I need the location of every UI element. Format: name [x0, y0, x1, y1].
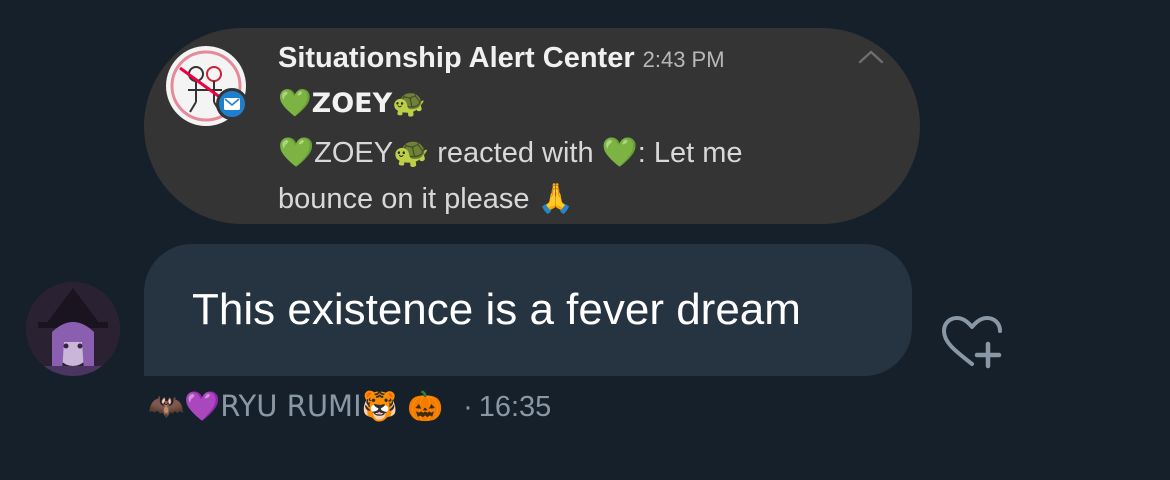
message-meta: 🦇💜RYU RUMI🐯 🎃 · 16:35	[148, 386, 551, 426]
notification-sender: 💚ZOEY🐢	[278, 88, 426, 119]
message-time: 16:35	[478, 391, 552, 423]
notification-app-name: Situationship Alert Center	[278, 42, 635, 74]
mail-icon	[216, 88, 248, 120]
separator-dot: ·	[463, 391, 473, 423]
message-bubble[interactable]: This existence is a fever dream	[144, 244, 912, 376]
notification-card[interactable]: Situationship Alert Center 2:43 PM 💚ZOEY🐢…	[144, 28, 920, 224]
notification-body: 💚ZOEY🐢 reacted with 💚: Let me bounce on …	[278, 137, 743, 215]
avatar[interactable]	[26, 282, 120, 376]
notification-title: Situationship Alert Center 2:43 PM	[278, 38, 725, 78]
chevron-up-icon[interactable]	[856, 44, 886, 68]
notification-time: 2:43 PM	[642, 47, 725, 72]
sender-name[interactable]: 🦇💜RYU RUMI🐯 🎃	[148, 389, 443, 423]
message-text: This existence is a fever dream	[192, 285, 801, 334]
add-reaction-heart-icon[interactable]	[940, 314, 1004, 370]
